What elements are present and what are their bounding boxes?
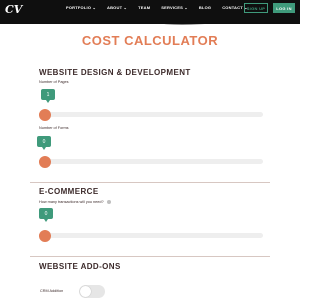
nav-item-team[interactable]: TEAM	[138, 5, 150, 10]
nav-item-blog[interactable]: BLOG	[199, 5, 211, 10]
forms-value-bubble: 0	[37, 136, 51, 150]
nav-item-services[interactable]: SERVICES ⌄	[161, 5, 188, 10]
section-divider	[30, 182, 270, 183]
forms-label: Number of Forms	[39, 126, 69, 130]
pages-value-bubble: 1	[41, 89, 55, 103]
help-icon[interactable]	[106, 200, 111, 204]
section-divider	[30, 256, 270, 257]
section-title-addons: WEBSITE ADD-ONS	[39, 262, 121, 271]
transactions-label-text: How many transactions will you need?	[39, 200, 104, 204]
crm-addition-label: CRM Addition	[40, 289, 64, 293]
forms-slider-handle[interactable]	[39, 156, 51, 168]
nav-item-portfolio[interactable]: PORTFOLIO ⌄	[66, 5, 96, 10]
section-title-web-design: WEBSITE DESIGN & DEVELOPMENT	[39, 68, 191, 77]
pages-slider-track[interactable]	[39, 112, 263, 117]
main-nav: PORTFOLIO ⌄ ABOUT ⌄ TEAM SERVICES ⌄ BLOG…	[66, 5, 248, 10]
transactions-value-bubble: 0	[39, 208, 53, 222]
toggle-knob	[80, 286, 91, 297]
pages-slider-handle[interactable]	[39, 109, 51, 121]
nav-item-about[interactable]: ABOUT ⌄	[107, 5, 127, 10]
header-wave	[0, 14, 300, 25]
pages-label: Number of Pages	[39, 80, 69, 84]
crm-addition-toggle[interactable]	[79, 285, 105, 298]
section-title-ecommerce: E-COMMERCE	[39, 187, 99, 196]
page-title: COST CALCULATOR	[81, 33, 219, 48]
transactions-slider-handle[interactable]	[39, 230, 51, 242]
transactions-label: How many transactions will you need?	[39, 200, 111, 204]
log-in-button[interactable]: LOG IN	[273, 3, 295, 13]
transactions-slider-track[interactable]	[39, 233, 263, 238]
forms-slider-track[interactable]	[39, 159, 263, 164]
sign-up-button[interactable]: SIGN UP	[244, 3, 268, 13]
